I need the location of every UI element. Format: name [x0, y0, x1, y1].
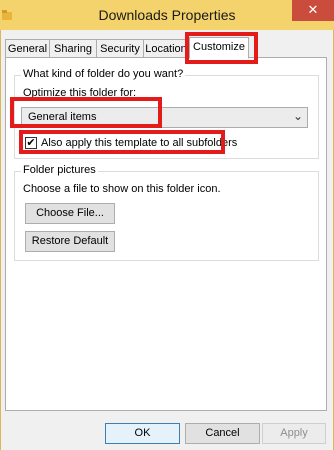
- highlight-box-select: [10, 97, 162, 128]
- window-frame-left: [0, 30, 1, 450]
- tab-customize[interactable]: Customize: [189, 37, 249, 59]
- tab-location[interactable]: Location: [143, 39, 189, 57]
- chevron-down-icon: ⌄: [292, 109, 303, 123]
- close-button[interactable]: ✕: [292, 0, 334, 21]
- folder-pictures-description: Choose a file to show on this folder ico…: [23, 183, 221, 195]
- folder-type-legend: What kind of folder do you want?: [21, 68, 186, 80]
- title-bar: Downloads Properties ✕: [0, 0, 334, 30]
- highlight-box-checkbox: [19, 130, 225, 154]
- tab-general[interactable]: General: [5, 39, 50, 57]
- folder-pictures-legend: Folder pictures: [21, 164, 98, 176]
- restore-default-button[interactable]: Restore Default: [25, 231, 115, 252]
- tab-security[interactable]: Security: [96, 39, 144, 57]
- choose-file-button[interactable]: Choose File...: [25, 203, 115, 224]
- cancel-button[interactable]: Cancel: [185, 423, 260, 444]
- window-title: Downloads Properties: [98, 7, 236, 23]
- ok-button[interactable]: OK: [105, 423, 180, 444]
- tab-sharing[interactable]: Sharing: [49, 39, 97, 57]
- apply-button[interactable]: Apply: [262, 423, 326, 444]
